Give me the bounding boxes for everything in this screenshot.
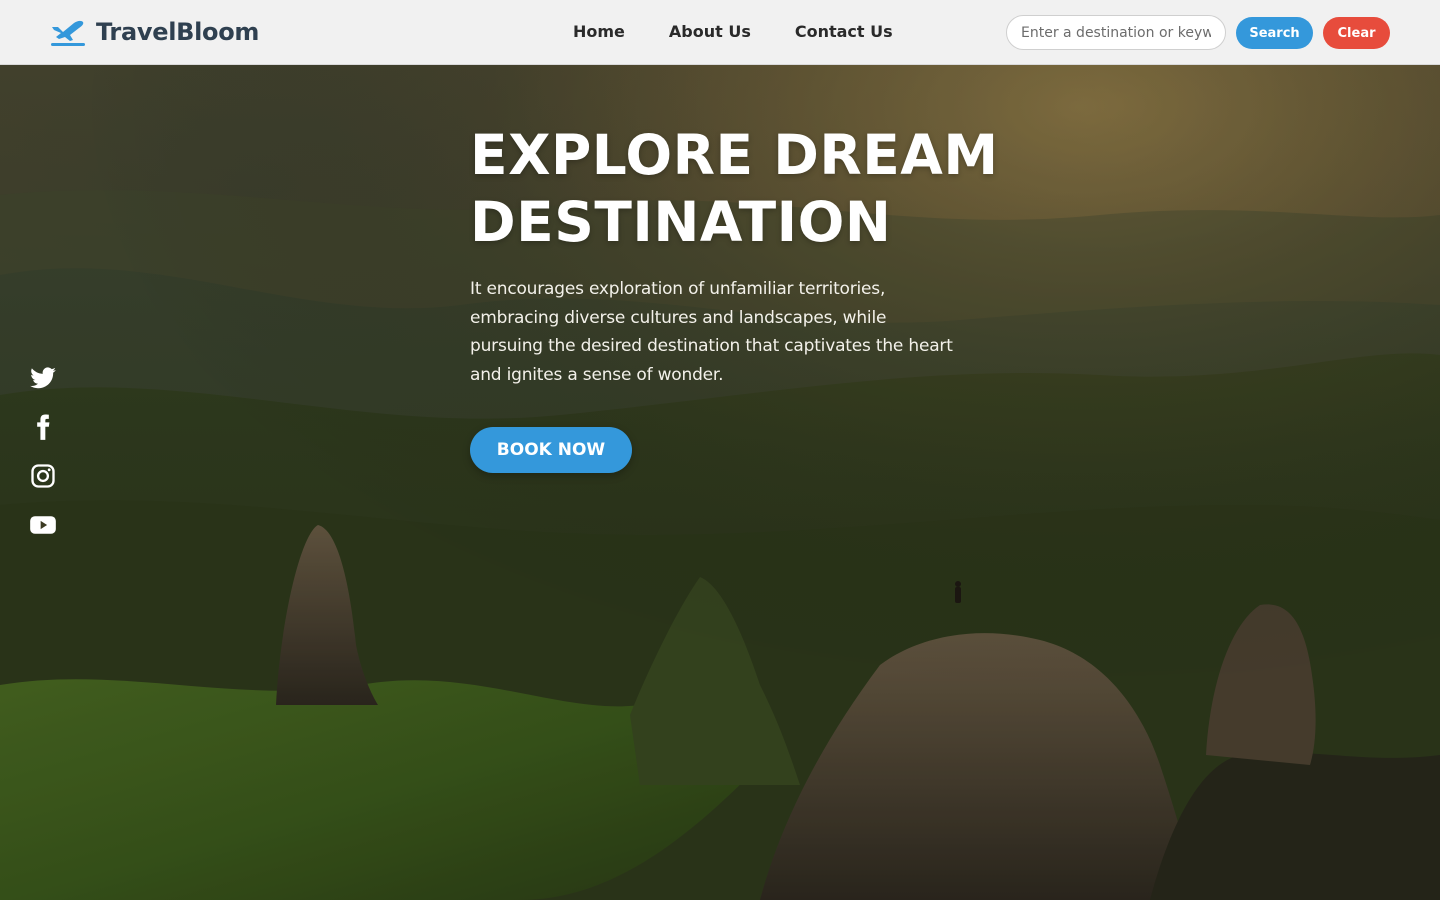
top-navigation-bar: TravelBloom Home About Us Contact Us Sea… [0,0,1440,65]
nav-contact-link[interactable]: Contact Us [795,22,893,41]
nav-about-link[interactable]: About Us [669,22,751,41]
book-now-button[interactable]: BOOK NOW [470,427,632,473]
brand-logo[interactable]: TravelBloom [50,17,259,47]
youtube-icon[interactable] [29,511,57,539]
twitter-icon[interactable] [29,364,57,392]
facebook-icon[interactable] [29,413,57,441]
brand-name: TravelBloom [96,18,260,46]
search-input[interactable] [1006,15,1226,50]
hero-title-line-1: EXPLORE DREAM [470,123,999,187]
search-button[interactable]: Search [1236,17,1313,49]
hero-title: EXPLORE DREAM DESTINATION [470,122,1030,256]
hero-title-line-2: DESTINATION [470,190,892,254]
clear-button[interactable]: Clear [1323,17,1390,49]
nav-home-link[interactable]: Home [573,22,625,41]
hero-description: It encourages exploration of unfamiliar … [470,279,953,385]
main-nav: Home About Us Contact Us [573,22,893,41]
instagram-icon[interactable] [29,462,57,490]
airplane-icon [51,20,85,46]
social-links [29,364,57,560]
